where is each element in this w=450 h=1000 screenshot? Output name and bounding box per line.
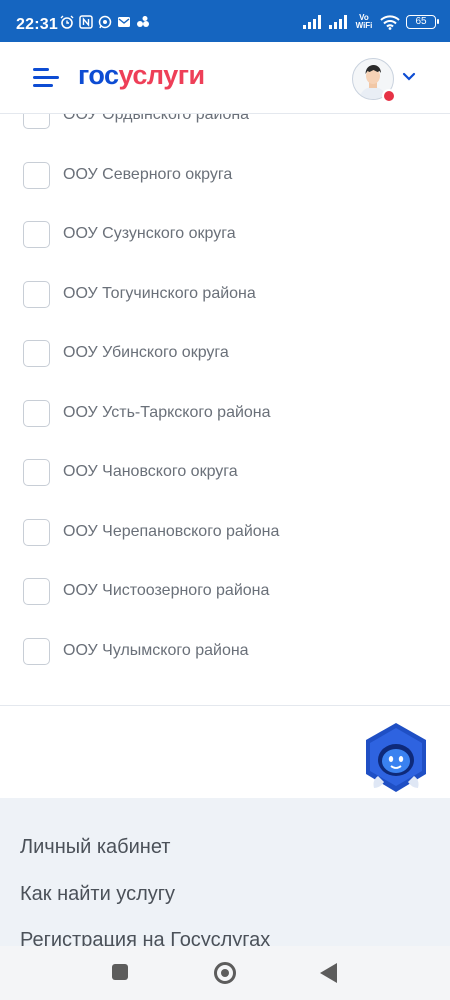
mail-icon [118, 17, 130, 27]
site-footer: Личный кабинет Как найти услугу Регистра… [0, 798, 450, 946]
list-item[interactable]: ООУ Ордынского района [0, 114, 450, 136]
checkbox[interactable] [23, 638, 50, 665]
signal-icon [329, 15, 347, 29]
list-item-label: ООУ Убинского округа [63, 344, 229, 361]
wifi-icon [380, 14, 400, 30]
list-item[interactable]: ООУ Чановского округа [0, 453, 450, 493]
gosuslugi-logo[interactable]: госуслуги [78, 60, 205, 91]
apps-icon [137, 16, 149, 27]
checkbox[interactable] [23, 400, 50, 427]
district-filter-list: ООУ Ордынского района ООУ Северного окру… [0, 114, 450, 706]
chevron-down-icon[interactable] [402, 72, 416, 82]
list-item[interactable]: ООУ Черепановского района [0, 513, 450, 553]
checkbox[interactable] [23, 519, 50, 546]
list-item[interactable]: ООУ Убинского округа [0, 334, 450, 374]
footer-link-find-service[interactable]: Как найти услугу [20, 883, 175, 906]
recent-apps-icon[interactable] [112, 964, 128, 980]
battery-icon: 65 [406, 15, 439, 29]
logo-part-gos: гос [78, 60, 119, 90]
list-item-label: ООУ Чановского округа [63, 463, 238, 480]
checkbox[interactable] [23, 340, 50, 367]
whatsapp-icon [98, 15, 112, 29]
list-item[interactable]: ООУ Тогучинского района [0, 275, 450, 315]
checkbox[interactable] [23, 162, 50, 189]
status-bar: 22:31 Vo WiFi 65 [0, 0, 450, 42]
system-nav-bar [0, 946, 450, 1000]
nfc-icon [79, 15, 93, 29]
footer-link-personal-account[interactable]: Личный кабинет [20, 836, 170, 859]
notification-icons [60, 15, 150, 29]
back-icon[interactable] [320, 963, 337, 983]
checkbox[interactable] [23, 281, 50, 308]
list-item-label: ООУ Чулымского района [63, 642, 249, 659]
signal-icon [303, 15, 321, 29]
checkbox[interactable] [23, 114, 50, 129]
list-item-label: ООУ Северного округа [63, 166, 233, 183]
footer-link-registration[interactable]: Регистрация на Госуслугах [20, 929, 270, 946]
list-item[interactable]: ООУ Сузунского округа [0, 215, 450, 255]
list-item-label: ООУ Сузунского округа [63, 225, 236, 242]
robot-assistant-icon[interactable] [360, 722, 432, 794]
list-item-label: ООУ Черепановского района [63, 523, 280, 540]
checkbox[interactable] [23, 221, 50, 248]
logo-part-uslugi: услуги [118, 60, 206, 90]
vowifi-icon: Vo WiFi [355, 13, 373, 30]
list-item[interactable]: ООУ Усть-Таркского района [0, 394, 450, 434]
hamburger-menu-icon[interactable] [33, 68, 59, 88]
alarm-icon [60, 15, 74, 29]
list-item-label: ООУ Тогучинского района [63, 285, 256, 302]
checkbox[interactable] [23, 578, 50, 605]
list-item[interactable]: ООУ Чулымского района [0, 632, 450, 672]
status-time: 22:31 [16, 16, 58, 33]
home-icon[interactable] [214, 962, 236, 984]
list-item[interactable]: ООУ Чистоозерного района [0, 572, 450, 612]
notification-dot [382, 89, 396, 103]
app-header: госуслуги [0, 42, 450, 114]
list-item-label: ООУ Ордынского района [63, 114, 250, 123]
list-item-label: ООУ Чистоозерного района [63, 582, 270, 599]
list-item[interactable]: ООУ Северного округа [0, 156, 450, 196]
list-item-label: ООУ Усть-Таркского района [63, 404, 271, 421]
checkbox[interactable] [23, 459, 50, 486]
